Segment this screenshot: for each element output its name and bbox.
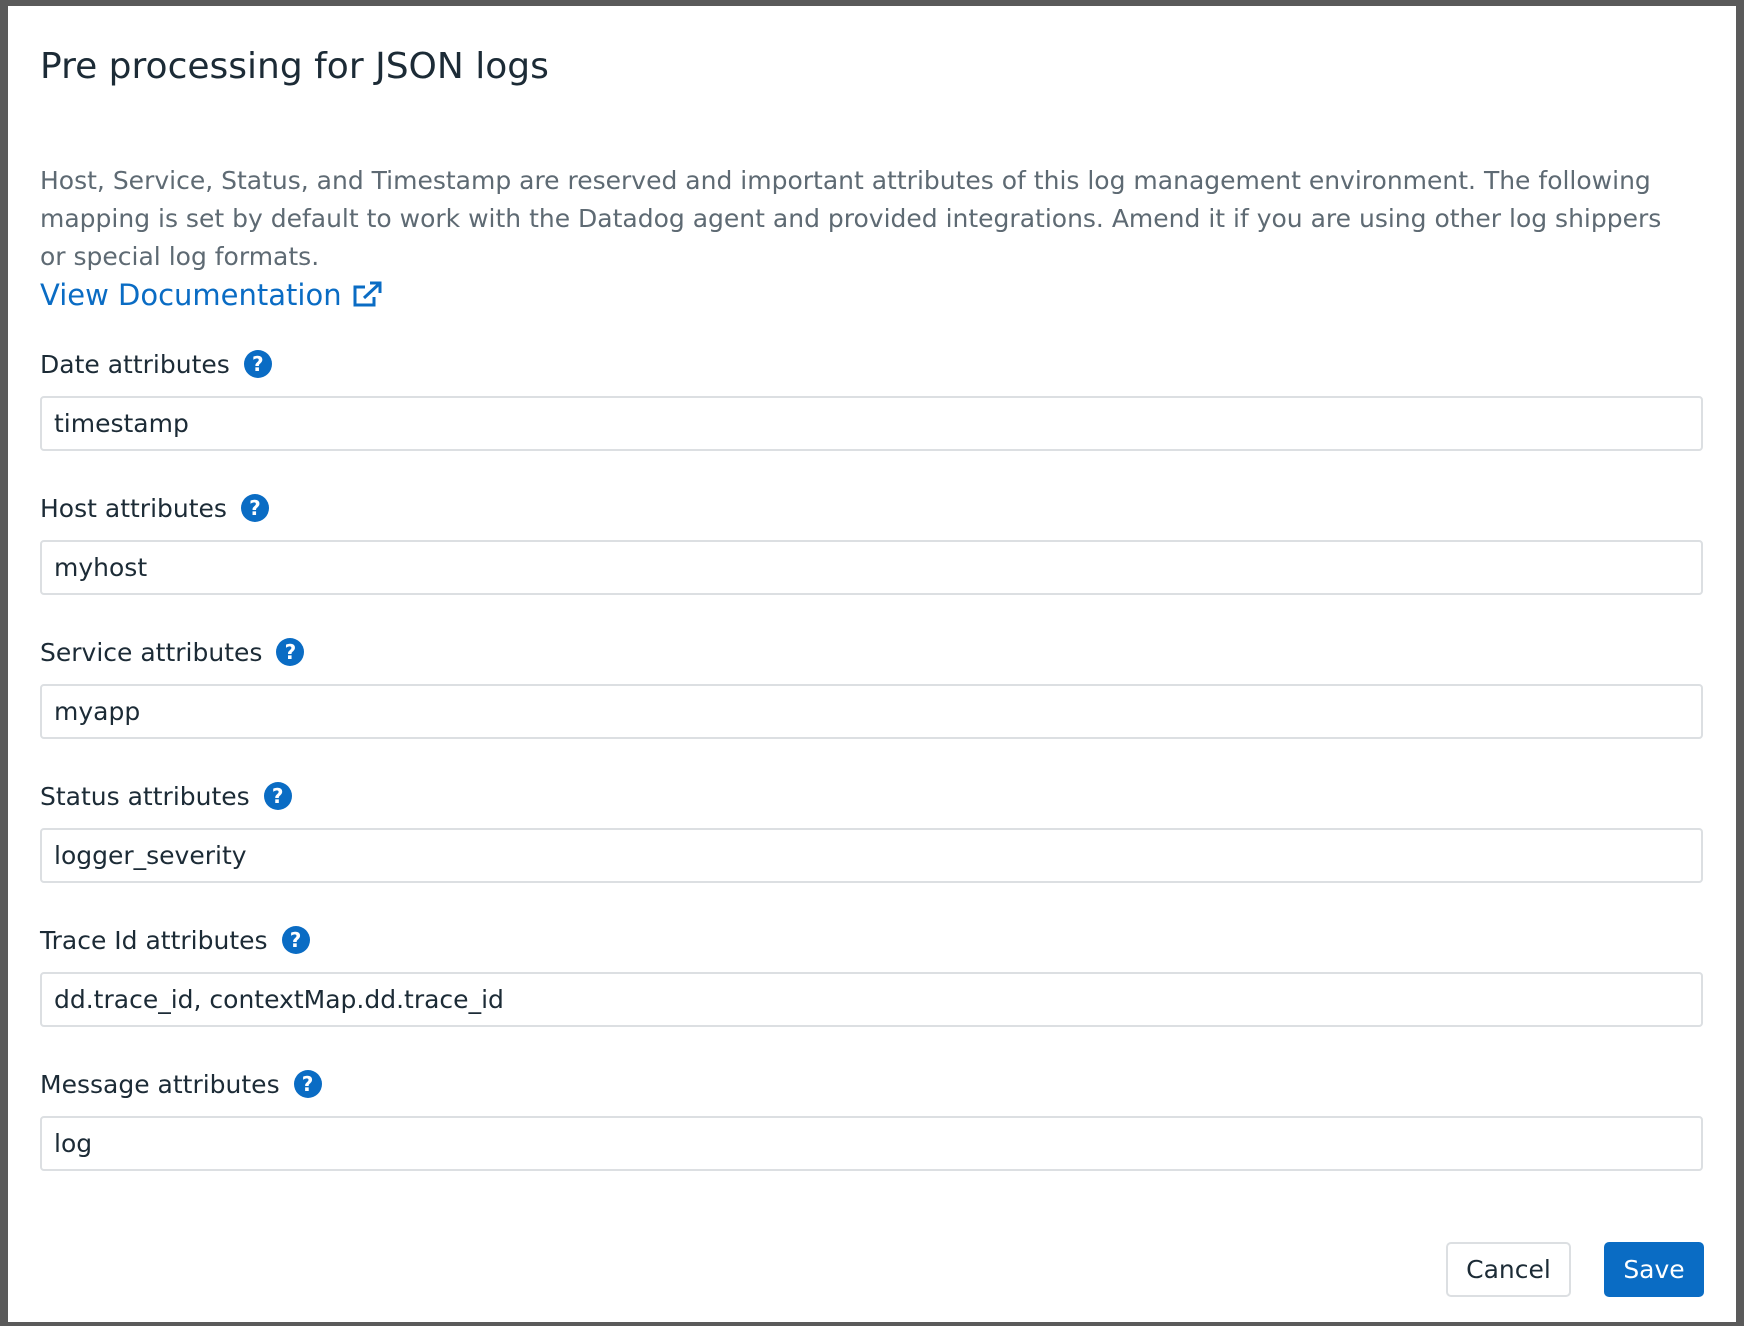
host-attributes-field: Host attributes? xyxy=(40,488,1703,595)
view-documentation-label: View Documentation xyxy=(40,278,342,312)
date-attributes-field: Date attributes? xyxy=(40,344,1703,451)
service-attributes-input[interactable] xyxy=(40,684,1703,739)
trace-id-attributes-field: Trace Id attributes? xyxy=(40,920,1703,1027)
status-attributes-field: Status attributes? xyxy=(40,776,1703,883)
host-attributes-input[interactable] xyxy=(40,540,1703,595)
field-label: Status attributes xyxy=(40,781,250,811)
trace-id-attributes-input[interactable] xyxy=(40,972,1703,1027)
view-documentation-link[interactable]: View Documentation xyxy=(40,278,382,312)
preprocessing-dialog: Pre processing for JSON logs Host, Servi… xyxy=(8,6,1736,1322)
field-label: Host attributes xyxy=(40,493,227,523)
cancel-button[interactable]: Cancel xyxy=(1446,1242,1571,1297)
status-attributes-input[interactable] xyxy=(40,828,1703,883)
help-icon[interactable]: ? xyxy=(293,1070,322,1098)
help-icon[interactable]: ? xyxy=(263,782,292,810)
field-label: Service attributes xyxy=(40,637,263,667)
field-label: Message attributes xyxy=(40,1069,280,1099)
message-attributes-field: Message attributes? xyxy=(40,1064,1703,1171)
dialog-description: Host, Service, Status, and Timestamp are… xyxy=(40,166,1662,271)
help-icon[interactable]: ? xyxy=(276,638,305,666)
help-icon[interactable]: ? xyxy=(281,926,310,954)
external-link-icon xyxy=(353,281,382,307)
help-icon[interactable]: ? xyxy=(240,494,269,522)
service-attributes-field: Service attributes? xyxy=(40,632,1703,739)
save-button[interactable]: Save xyxy=(1604,1242,1704,1297)
field-label: Date attributes xyxy=(40,349,230,379)
field-label: Trace Id attributes xyxy=(40,925,268,955)
help-icon[interactable]: ? xyxy=(243,350,272,378)
message-attributes-input[interactable] xyxy=(40,1116,1703,1171)
date-attributes-input[interactable] xyxy=(40,396,1703,451)
dialog-title: Pre processing for JSON logs xyxy=(40,46,549,87)
